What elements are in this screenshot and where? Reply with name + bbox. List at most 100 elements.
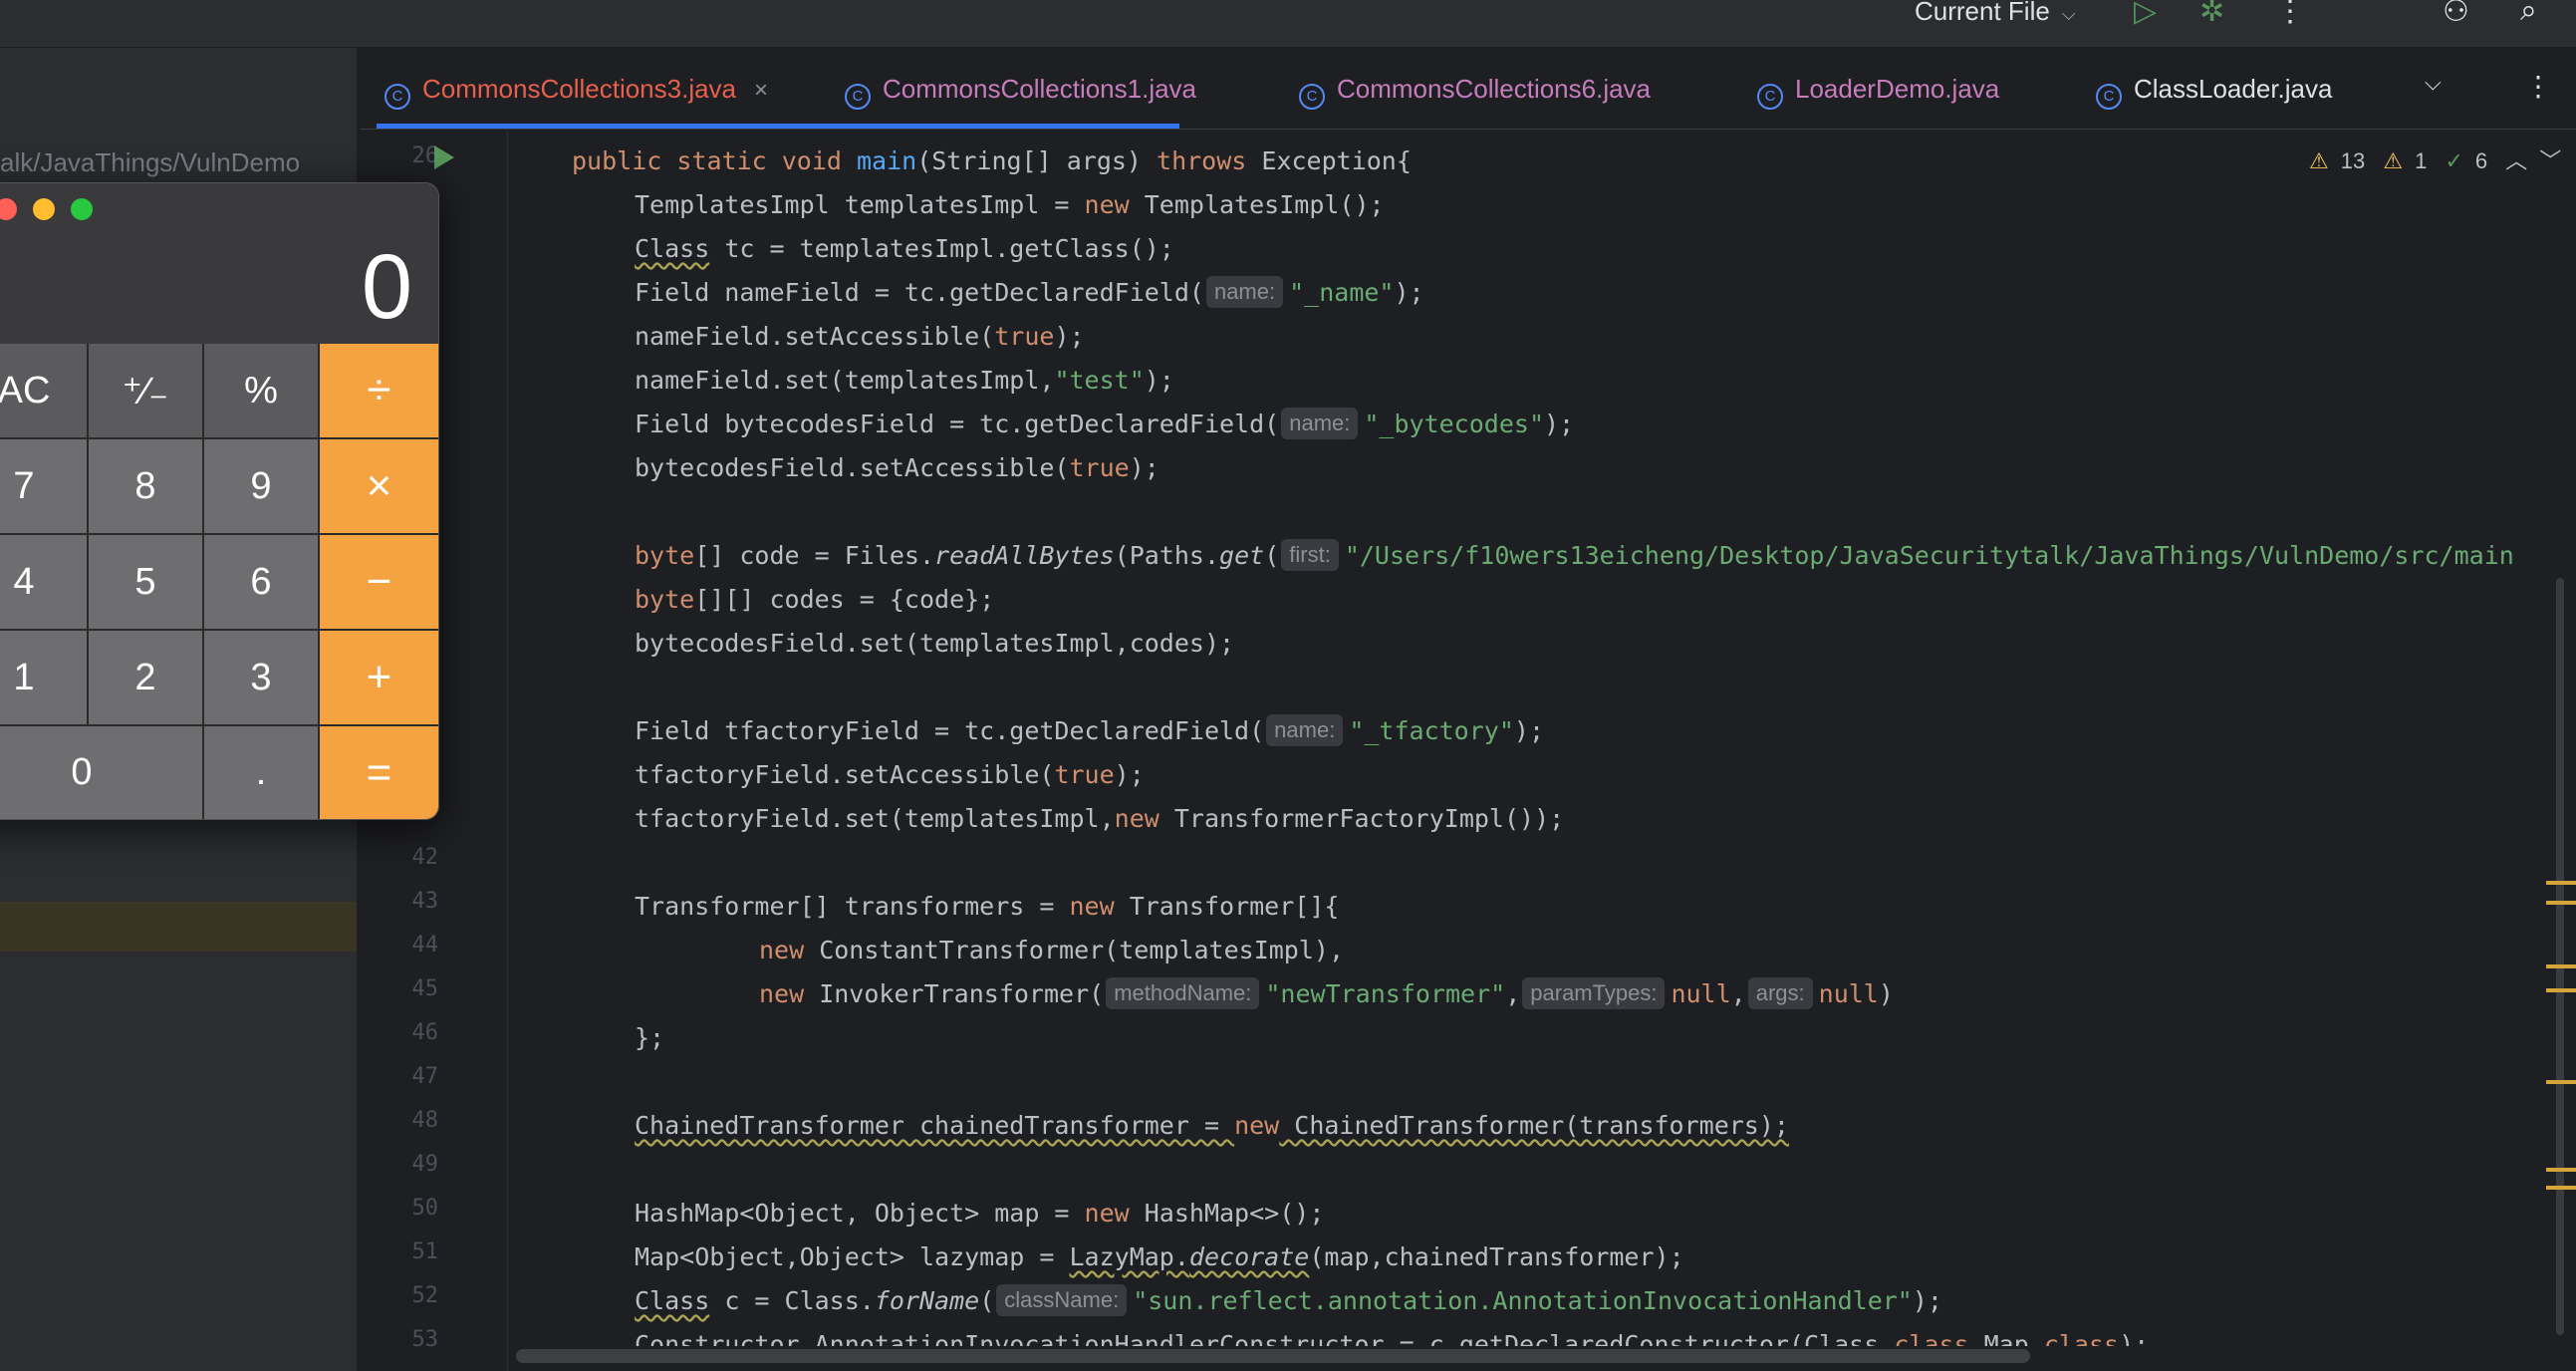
- error-stripe-mark[interactable]: [2546, 964, 2576, 968]
- close-window-icon[interactable]: [0, 198, 17, 220]
- search-icon[interactable]: ⌕: [2520, 0, 2537, 28]
- tab-label: ClassLoader.java: [2134, 74, 2333, 104]
- more-vertical-icon[interactable]: ⋮: [2524, 70, 2552, 103]
- editor-tabs: C CommonsCollections3.java × C CommonsColle…: [361, 48, 2576, 130]
- selected-tree-row[interactable]: [0, 902, 357, 952]
- key-0[interactable]: 0: [0, 726, 204, 819]
- code-line-51: Map<Object,Object> lazymap = LazyMap.dec…: [635, 1242, 1684, 1271]
- param-hint: name:: [1205, 276, 1284, 308]
- key-equals[interactable]: =: [320, 726, 438, 819]
- inspection-widget[interactable]: ⚠ 13 ⚠ 1 ✓ 6 ︿ ﹀: [2309, 143, 2573, 175]
- code-line-29: Field nameField = tc.getDeclaredField(na…: [635, 276, 1424, 308]
- key-7[interactable]: 7: [0, 439, 89, 535]
- add-user-icon[interactable]: ⚇: [2443, 0, 2469, 29]
- line-number: 26: [411, 143, 439, 168]
- key-8[interactable]: 8: [89, 439, 204, 535]
- class-icon: C: [1299, 84, 1325, 110]
- main-toolbar: Current File ⌵ ▷ ✲ ⋮ ⚇ ⌕: [0, 0, 2576, 48]
- error-stripe-mark[interactable]: [2546, 1080, 2576, 1084]
- key-3[interactable]: 3: [204, 631, 320, 726]
- error-stripe-mark[interactable]: [2546, 881, 2576, 885]
- tab-commonscollections3[interactable]: C CommonsCollections3.java ×: [385, 74, 768, 110]
- error-stripe-mark[interactable]: [2546, 1168, 2576, 1172]
- key-ac[interactable]: AC: [0, 344, 89, 439]
- param-hint: className:: [996, 1284, 1128, 1316]
- key-percent[interactable]: %: [204, 344, 320, 439]
- project-path[interactable]: alk/JavaThings/VulnDemo: [0, 147, 300, 178]
- tab-classloader[interactable]: C ClassLoader.java: [2096, 74, 2332, 110]
- line-number: 50: [411, 1196, 439, 1221]
- calculator-display-area: 0: [0, 183, 438, 344]
- class-icon: C: [385, 84, 410, 110]
- tab-label: CommonsCollections3.java: [422, 74, 737, 104]
- zoom-window-icon[interactable]: [71, 198, 93, 220]
- code-line-45: new InvokerTransformer(methodName: "newTr…: [759, 977, 1894, 1009]
- line-number: 49: [411, 1152, 439, 1177]
- tab-list-chevron-icon[interactable]: ⌵: [2425, 70, 2442, 96]
- key-6[interactable]: 6: [204, 535, 320, 631]
- error-stripe-mark[interactable]: [2546, 1186, 2576, 1190]
- chevron-up-icon[interactable]: ︿: [2505, 148, 2527, 173]
- active-tab-indicator: [377, 124, 1179, 129]
- vertical-scrollbar[interactable]: [2556, 578, 2564, 1335]
- code-line-27: TemplatesImpl templatesImpl = new Templa…: [635, 190, 1385, 219]
- key-add[interactable]: +: [320, 631, 438, 726]
- key-subtract[interactable]: −: [320, 535, 438, 631]
- param-hint: args:: [1747, 977, 1813, 1009]
- key-2[interactable]: 2: [89, 631, 204, 726]
- key-1[interactable]: 1: [0, 631, 89, 726]
- key-5[interactable]: 5: [89, 535, 204, 631]
- code-line-28: Class tc = templatesImpl.getClass();: [635, 234, 1174, 263]
- param-hint: first:: [1281, 539, 1339, 571]
- line-number: 43: [411, 889, 439, 914]
- weak-warning-count: 1: [2415, 148, 2428, 173]
- code-line-48: ChainedTransformer chainedTransformer = …: [635, 1111, 1789, 1140]
- code-line-30: nameField.setAccessible(true);: [635, 322, 1085, 351]
- line-number: 52: [411, 1283, 439, 1308]
- key-divide[interactable]: ÷: [320, 344, 438, 439]
- chevron-down-icon[interactable]: ﹀: [2539, 148, 2561, 173]
- weak-warning-icon: ⚠: [2383, 148, 2404, 173]
- code-line-35: byte[] code = Files.readAllBytes(Paths.g…: [635, 539, 2514, 571]
- line-number: 44: [411, 933, 439, 958]
- code-line-31: nameField.set(templatesImpl,"test");: [635, 366, 1174, 395]
- play-icon[interactable]: ▷: [2134, 0, 2157, 29]
- code-line-36: byte[][] codes = {code};: [635, 585, 995, 614]
- line-number: 48: [411, 1108, 439, 1133]
- code-line-44: new ConstantTransformer(templatesImpl),: [759, 936, 1345, 964]
- run-config-label: Current File: [1915, 0, 2050, 26]
- class-icon: C: [2096, 84, 2122, 110]
- horizontal-scrollbar[interactable]: [516, 1349, 2030, 1363]
- key-4[interactable]: 4: [0, 535, 89, 631]
- code-line-39: Field tfactoryField = tc.getDeclaredFiel…: [635, 714, 1544, 746]
- line-number: 46: [411, 1020, 439, 1045]
- code-editor[interactable]: public static void main(String[] args) t…: [508, 131, 2576, 1346]
- warning-icon: ⚠: [2309, 148, 2329, 173]
- chevron-down-icon: ⌵: [2061, 4, 2076, 24]
- code-line-50: HashMap<Object, Object> map = new HashMa…: [635, 1199, 1325, 1228]
- tab-label: CommonsCollections6.java: [1337, 74, 1652, 104]
- tab-loaderdemo[interactable]: C LoaderDemo.java: [1757, 74, 1999, 110]
- class-icon: C: [845, 84, 871, 110]
- key-multiply[interactable]: ×: [320, 439, 438, 535]
- minimize-window-icon[interactable]: [33, 198, 55, 220]
- error-stripe-mark[interactable]: [2546, 901, 2576, 905]
- more-vertical-icon[interactable]: ⋮: [2275, 0, 2305, 29]
- close-icon[interactable]: ×: [754, 77, 768, 104]
- key-sign[interactable]: ⁺∕₋: [89, 344, 204, 439]
- run-config-selector[interactable]: Current File ⌵: [1915, 0, 2075, 27]
- error-stripe-mark[interactable]: [2546, 988, 2576, 992]
- run-gutter-icon[interactable]: [434, 145, 454, 169]
- param-hint: name:: [1281, 408, 1359, 439]
- warning-count: 13: [2340, 148, 2366, 173]
- param-hint: paramTypes:: [1522, 977, 1666, 1009]
- ide-window: Current File ⌵ ▷ ✲ ⋮ ⚇ ⌕ alk/JavaThings/V…: [0, 0, 2576, 1371]
- bug-icon[interactable]: ✲: [2199, 0, 2224, 29]
- key-decimal[interactable]: .: [204, 726, 320, 819]
- line-number: 51: [411, 1239, 439, 1264]
- tab-commonscollections6[interactable]: C CommonsCollections6.java: [1299, 74, 1651, 110]
- tab-commonscollections1[interactable]: C CommonsCollections1.java: [845, 74, 1196, 110]
- key-9[interactable]: 9: [204, 439, 320, 535]
- code-line-26: public static void main(String[] args) t…: [572, 146, 1412, 175]
- code-line-52: Class c = Class.forName(className: "sun.r…: [635, 1284, 1942, 1316]
